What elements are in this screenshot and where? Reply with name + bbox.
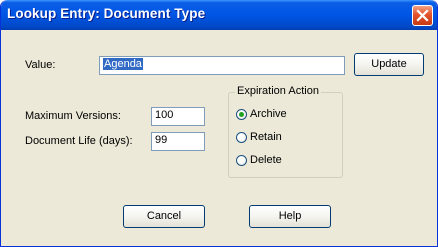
archive-radio-button[interactable] [236, 109, 247, 120]
value-input-text: Agenda [103, 58, 143, 70]
window-title: Lookup Entry: Document Type [7, 6, 206, 21]
maximum-versions-input[interactable]: 100 [151, 107, 205, 126]
update-button[interactable]: Update [354, 53, 424, 76]
delete-radio-button[interactable] [236, 155, 247, 166]
value-input[interactable]: Agenda [99, 56, 345, 75]
lookup-entry-dialog: Lookup Entry: Document Type Value: Agend… [0, 0, 438, 247]
expiration-action-legend: Expiration Action [235, 85, 321, 97]
value-label: Value: [25, 59, 56, 71]
title-bar[interactable]: Lookup Entry: Document Type [1, 0, 437, 30]
retain-label: Retain [250, 131, 282, 143]
expiration-action-group: Expiration Action Archive Retain Delete [228, 85, 343, 178]
dialog-body: Value: Agenda Update Maximum Versions: 1… [4, 30, 434, 244]
help-button[interactable]: Help [249, 205, 331, 228]
delete-label: Delete [250, 154, 282, 166]
cancel-button[interactable]: Cancel [123, 205, 205, 228]
document-life-label: Document Life (days): [25, 135, 133, 147]
archive-label: Archive [250, 108, 287, 120]
document-life-input[interactable]: 99 [151, 132, 205, 151]
maximum-versions-label: Maximum Versions: [25, 110, 121, 122]
close-button[interactable] [412, 5, 433, 26]
close-icon [416, 9, 429, 22]
radio-selected-dot [239, 112, 244, 117]
retain-radio-button[interactable] [236, 132, 247, 143]
